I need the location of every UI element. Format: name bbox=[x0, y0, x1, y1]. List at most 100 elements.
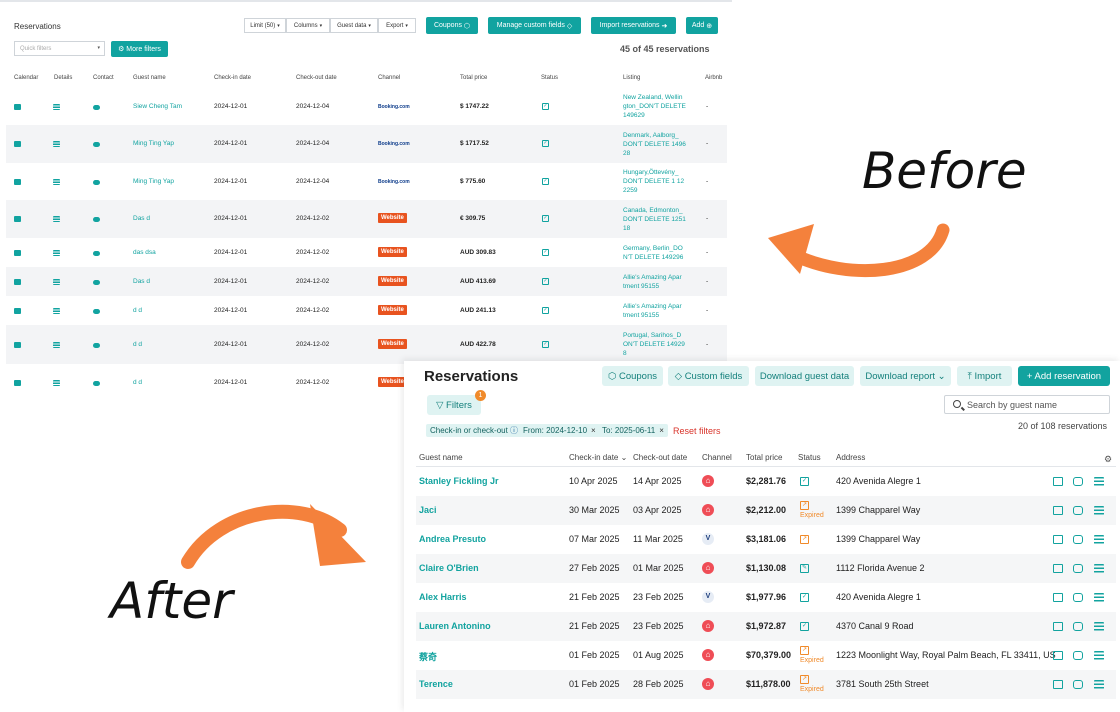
status-confirmed-icon[interactable]: ✓ bbox=[800, 477, 809, 486]
table-row[interactable]: 蔡奇 01 Feb 2025 01 Aug 2025 ⌂ $70,379.00 ↗ Expi… bbox=[416, 641, 1116, 670]
calendar-icon[interactable] bbox=[1053, 651, 1063, 660]
chat-icon[interactable] bbox=[1073, 651, 1083, 660]
details-list-icon[interactable] bbox=[1094, 506, 1104, 515]
guest-name-link[interactable]: das dsa bbox=[133, 249, 156, 256]
import-reservations-button[interactable]: Import reservations ➜ bbox=[591, 17, 676, 34]
column-header[interactable]: Check-out date bbox=[633, 453, 687, 462]
chat-icon[interactable] bbox=[93, 250, 100, 256]
details-list-icon[interactable] bbox=[53, 216, 60, 222]
filters-button[interactable]: ▽ Filters bbox=[427, 395, 481, 415]
quick-filters-select[interactable]: Quick filters ▾ bbox=[14, 41, 105, 56]
calendar-icon[interactable] bbox=[14, 341, 21, 348]
status-check-icon[interactable]: ✓ bbox=[542, 248, 549, 256]
calendar-icon[interactable] bbox=[1053, 506, 1063, 515]
status-check-icon[interactable]: ✓ bbox=[542, 306, 549, 314]
details-list-icon[interactable] bbox=[53, 307, 60, 314]
listing-link[interactable]: Hungary,Öttevény_ DON'T DELETE 1 12 2259 bbox=[623, 168, 693, 195]
filter-chip-date-type[interactable]: Check-in or check-out ⓘ bbox=[426, 424, 523, 437]
listing-link[interactable]: Portugal, Sarihos_D ON'T DELETE 14929 8 bbox=[623, 331, 693, 358]
status-expired-icon[interactable]: ↗ bbox=[800, 646, 809, 655]
details-list-icon[interactable] bbox=[53, 141, 60, 147]
listing-link[interactable]: New Zealand, Wellin gton_DON'T DELETE 1496… bbox=[623, 93, 693, 120]
guest-name-link[interactable]: d d bbox=[133, 341, 142, 348]
details-list-icon[interactable] bbox=[1094, 680, 1104, 689]
details-list-icon[interactable] bbox=[53, 103, 60, 110]
table-row[interactable]: Ming Ting Yap 2024-12-01 2024-12-04 Booking… bbox=[6, 163, 727, 200]
calendar-icon[interactable] bbox=[1053, 622, 1063, 631]
chat-icon[interactable] bbox=[1073, 535, 1083, 544]
listing-link[interactable]: Denmark, Aalborg_ DON'T DELETE 1496 28 bbox=[623, 131, 693, 158]
status-check-icon[interactable]: ✓ bbox=[542, 177, 549, 185]
add-button[interactable]: Add ⊕ bbox=[686, 17, 718, 34]
table-row[interactable]: Claire O'Brien 27 Feb 2025 01 Mar 2025 ⌂ $1,… bbox=[416, 554, 1116, 583]
table-row[interactable]: Terence 01 Feb 2025 28 Feb 2025 ⌂ $11,878.00… bbox=[416, 670, 1116, 699]
import-button[interactable]: ⤒ Import bbox=[957, 366, 1012, 386]
details-list-icon[interactable] bbox=[53, 178, 60, 185]
guest-name-link[interactable]: Das d bbox=[133, 215, 150, 222]
calendar-icon[interactable] bbox=[14, 249, 21, 256]
guest-name-link[interactable]: Siew Cheng Tam bbox=[133, 103, 182, 110]
details-list-icon[interactable] bbox=[1094, 564, 1104, 573]
table-row[interactable]: Ming Ting Yap 2024-12-01 2024-12-04 Booking… bbox=[6, 125, 727, 163]
guest-name-link[interactable]: d d bbox=[133, 379, 142, 386]
calendar-icon[interactable] bbox=[14, 216, 21, 222]
chat-icon[interactable] bbox=[93, 217, 100, 222]
export-dropdown[interactable]: Export ▾ bbox=[378, 18, 416, 33]
chat-icon[interactable] bbox=[93, 308, 100, 314]
calendar-icon[interactable] bbox=[1053, 593, 1063, 602]
guest-name-link[interactable]: Stanley Fickling Jr bbox=[419, 476, 499, 486]
listing-link[interactable]: Germany, Berlin_DO N'T DELETE 149296 bbox=[623, 244, 693, 262]
close-icon[interactable]: × bbox=[659, 426, 664, 435]
calendar-icon[interactable] bbox=[14, 307, 21, 314]
close-icon[interactable]: × bbox=[591, 426, 596, 435]
chat-icon[interactable] bbox=[1073, 622, 1083, 631]
guest-name-link[interactable]: Andrea Presuto bbox=[419, 534, 486, 544]
chat-icon[interactable] bbox=[1073, 477, 1083, 486]
reset-filters-link[interactable]: Reset filters bbox=[673, 426, 721, 436]
chat-icon[interactable] bbox=[1073, 564, 1083, 573]
chat-icon[interactable] bbox=[93, 279, 100, 285]
status-expired-icon[interactable]: ↗ bbox=[800, 675, 809, 684]
guest-search-input[interactable]: Search by guest name bbox=[944, 395, 1110, 414]
details-list-icon[interactable] bbox=[1094, 593, 1104, 602]
guest-name-link[interactable]: Ming Ting Yap bbox=[133, 178, 174, 185]
guest-name-link[interactable]: d d bbox=[133, 307, 142, 314]
listing-link[interactable]: Allie's Amazing Apar tment 95155 bbox=[623, 273, 693, 291]
chat-icon[interactable] bbox=[1073, 680, 1083, 689]
filter-chip-from[interactable]: From: 2024-12-10 × bbox=[519, 424, 600, 437]
download-report-dropdown[interactable]: Download report ⌄ bbox=[860, 366, 951, 386]
guest-name-link[interactable]: Claire O'Brien bbox=[419, 563, 479, 573]
chat-icon[interactable] bbox=[93, 381, 100, 386]
guest-name-link[interactable]: Das d bbox=[133, 278, 150, 285]
table-row[interactable]: Das d 2024-12-01 2024-12-02 Website € 309.75… bbox=[6, 200, 727, 238]
details-list-icon[interactable] bbox=[53, 380, 60, 386]
calendar-icon[interactable] bbox=[1053, 564, 1063, 573]
table-row[interactable]: d d 2024-12-01 2024-12-02 Website AUD 241.13… bbox=[6, 296, 727, 325]
status-expired-icon[interactable]: ↗ bbox=[800, 501, 809, 510]
table-row[interactable]: d d 2024-12-01 2024-12-02 Website AUD 422.78… bbox=[6, 325, 727, 364]
chat-icon[interactable] bbox=[93, 142, 100, 147]
column-header[interactable]: Guest name bbox=[419, 453, 463, 462]
guest-name-link[interactable]: Ming Ting Yap bbox=[133, 140, 174, 147]
table-row[interactable]: Alex Harris 21 Feb 2025 23 Feb 2025 V $1,977… bbox=[416, 583, 1116, 612]
calendar-icon[interactable] bbox=[14, 103, 21, 110]
columns-dropdown[interactable]: Columns ▾ bbox=[286, 18, 330, 33]
guest-name-link[interactable]: Alex Harris bbox=[419, 592, 467, 602]
status-check-icon[interactable]: ✓ bbox=[542, 215, 549, 222]
table-row[interactable]: Das d 2024-12-01 2024-12-02 Website AUD 413.… bbox=[6, 267, 727, 296]
calendar-icon[interactable] bbox=[1053, 477, 1063, 486]
chat-icon[interactable] bbox=[1073, 593, 1083, 602]
calendar-icon[interactable] bbox=[14, 141, 21, 147]
more-filters-button[interactable]: ⚙ More filters bbox=[111, 41, 168, 57]
chat-icon[interactable] bbox=[93, 342, 100, 348]
status-confirmed-icon[interactable]: ✓ bbox=[800, 622, 809, 631]
listing-link[interactable]: Canada, Edmonton_ DON'T DELETE 1251 18 bbox=[623, 206, 693, 233]
add-reservation-button[interactable]: + Add reservation bbox=[1018, 366, 1110, 386]
gear-icon[interactable]: ⚙ bbox=[1104, 454, 1112, 465]
details-list-icon[interactable] bbox=[53, 341, 60, 348]
coupons-button[interactable]: Coupons ⬡ bbox=[426, 17, 478, 34]
table-row[interactable]: Siew Cheng Tam 2024-12-01 2024-12-04 Bookin… bbox=[6, 88, 727, 125]
status-check-icon[interactable]: ✓ bbox=[542, 277, 549, 285]
details-list-icon[interactable] bbox=[1094, 651, 1104, 660]
chat-icon[interactable] bbox=[93, 104, 100, 110]
